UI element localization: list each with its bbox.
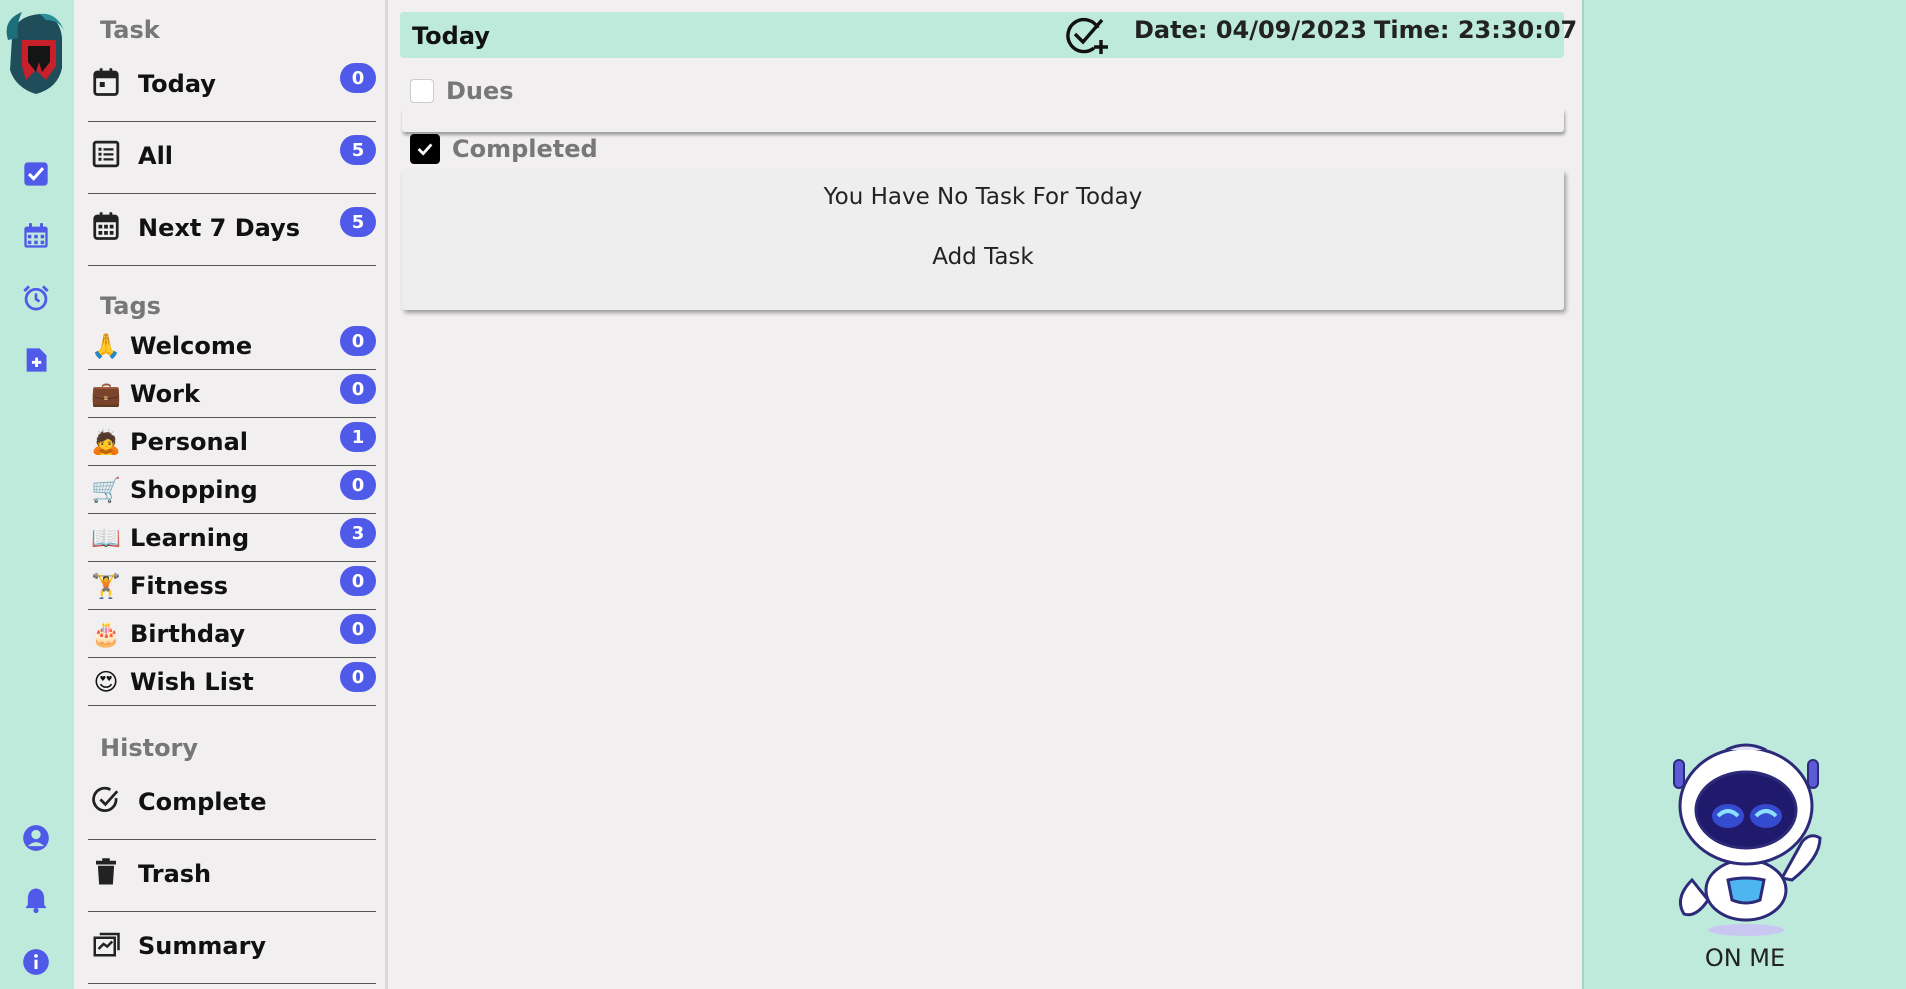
completed-label: Completed bbox=[452, 135, 598, 163]
heart-eyes-icon: 😍 bbox=[93, 668, 119, 696]
count-badge: 0 bbox=[340, 63, 376, 93]
header-bar: Today Date: 04/09/2023 Time: 23:30:07 bbox=[400, 12, 1577, 58]
alarm-clock-icon[interactable] bbox=[22, 284, 50, 312]
sidebar-item-label: Trash bbox=[138, 860, 212, 888]
sidebar-item-summary[interactable]: Summary bbox=[88, 912, 376, 984]
sidebar-item-label: Personal bbox=[130, 428, 248, 456]
completed-panel: You Have No Task For Today Add Task bbox=[402, 170, 1564, 310]
bell-icon[interactable] bbox=[22, 886, 50, 914]
main-content: Today Date: 04/09/2023 Time: 23:30:07 Du… bbox=[388, 0, 1582, 989]
sidebar-item-label: Birthday bbox=[130, 620, 246, 648]
count-badge: 5 bbox=[340, 207, 376, 237]
sidebar-item-work[interactable]: 💼 Work 0 bbox=[88, 370, 376, 418]
summary-icon bbox=[90, 928, 122, 960]
count-badge: 0 bbox=[340, 566, 376, 596]
count-badge: 3 bbox=[340, 518, 376, 548]
count-badge: 0 bbox=[340, 374, 376, 404]
sidebar-item-shopping[interactable]: 🛒 Shopping 0 bbox=[88, 466, 376, 514]
sidebar-item-label: Summary bbox=[138, 932, 267, 960]
check-square-icon[interactable] bbox=[22, 160, 50, 188]
history-heading: History bbox=[100, 734, 199, 762]
sidebar-item-label: Fitness bbox=[130, 572, 229, 600]
dues-label: Dues bbox=[446, 77, 514, 105]
folded-hands-icon: 🙏 bbox=[91, 332, 121, 360]
tags-heading: Tags bbox=[100, 292, 161, 320]
trash-icon bbox=[90, 856, 122, 888]
briefcase-icon: 💼 bbox=[91, 380, 121, 408]
count-badge: 0 bbox=[340, 326, 376, 356]
file-add-icon[interactable] bbox=[22, 346, 50, 374]
sidebar-item-trash[interactable]: Trash bbox=[88, 840, 376, 912]
count-badge: 0 bbox=[340, 470, 376, 500]
current-date: Date: 04/09/2023 bbox=[1134, 16, 1367, 44]
birthday-cake-icon: 🎂 bbox=[91, 620, 121, 648]
sidebar-item-welcome[interactable]: 🙏 Welcome 0 bbox=[88, 322, 376, 370]
robot-caption: ON ME bbox=[1704, 944, 1786, 972]
user-circle-icon[interactable] bbox=[22, 824, 50, 852]
sidebar-item-label: Shopping bbox=[130, 476, 258, 504]
sidebar-item-label: Complete bbox=[138, 788, 267, 816]
sidebar-item-fitness[interactable]: 🏋 Fitness 0 bbox=[88, 562, 376, 610]
sidebar-item-next-7-days[interactable]: Next 7 Days 5 bbox=[88, 194, 376, 266]
task-heading: Task bbox=[100, 16, 160, 44]
sidebar-item-wish-list[interactable]: 😍 Wish List 0 bbox=[88, 658, 376, 706]
sidebar-item-label: Work bbox=[130, 380, 200, 408]
sidebar-item-label: Today bbox=[138, 70, 216, 98]
sidebar-item-label: Next 7 Days bbox=[138, 214, 301, 242]
open-book-icon: 📖 bbox=[91, 524, 121, 552]
page-title: Today bbox=[412, 22, 490, 50]
sidebar-item-complete[interactable]: Complete bbox=[88, 768, 376, 840]
empty-state-message: You Have No Task For Today bbox=[823, 184, 1143, 210]
sidebar-item-label: Learning bbox=[130, 524, 250, 552]
dues-toggle[interactable]: Dues bbox=[410, 76, 514, 106]
dues-checkbox[interactable] bbox=[410, 79, 434, 103]
icon-rail bbox=[0, 0, 74, 989]
sidebar-item-learning[interactable]: 📖 Learning 3 bbox=[88, 514, 376, 562]
shopping-cart-icon: 🛒 bbox=[91, 476, 121, 504]
sidebar-item-label: Wish List bbox=[130, 668, 254, 696]
sidebar-item-all[interactable]: All 5 bbox=[88, 122, 376, 194]
add-task-icon[interactable] bbox=[1064, 14, 1110, 56]
spartan-helmet-logo[interactable] bbox=[2, 10, 64, 96]
assistant-panel: ON ME bbox=[1582, 0, 1906, 989]
calendar-week-icon bbox=[90, 210, 122, 242]
dues-panel bbox=[402, 108, 1564, 132]
check-circle-icon bbox=[90, 784, 122, 816]
calendar-day-icon bbox=[90, 66, 122, 98]
robot-mascot[interactable] bbox=[1670, 730, 1836, 940]
count-badge: 0 bbox=[340, 662, 376, 692]
sidebar-item-personal[interactable]: 🙇 Personal 1 bbox=[88, 418, 376, 466]
calendar-icon[interactable] bbox=[22, 222, 50, 250]
sidebar-item-today[interactable]: Today 0 bbox=[88, 50, 376, 122]
current-time: Time: 23:30:07 bbox=[1374, 16, 1578, 44]
info-icon[interactable] bbox=[22, 948, 50, 976]
person-bowing-icon: 🙇 bbox=[91, 428, 121, 456]
add-task-link[interactable]: Add Task bbox=[402, 244, 1564, 270]
count-badge: 5 bbox=[340, 135, 376, 165]
app-window: Task Today 0 All 5 Next 7 Days 5 Tags 🙏 bbox=[0, 0, 1906, 989]
count-badge: 1 bbox=[340, 422, 376, 452]
sidebar-item-label: Welcome bbox=[130, 332, 253, 360]
completed-toggle[interactable]: Completed bbox=[410, 134, 598, 164]
count-badge: 0 bbox=[340, 614, 376, 644]
sidebar-item-label: All bbox=[138, 142, 174, 170]
sidebar: Task Today 0 All 5 Next 7 Days 5 Tags 🙏 bbox=[74, 0, 388, 989]
completed-checkbox[interactable] bbox=[410, 134, 440, 164]
sidebar-item-birthday[interactable]: 🎂 Birthday 0 bbox=[88, 610, 376, 658]
weightlifter-icon: 🏋 bbox=[91, 572, 121, 600]
list-icon bbox=[90, 138, 122, 170]
